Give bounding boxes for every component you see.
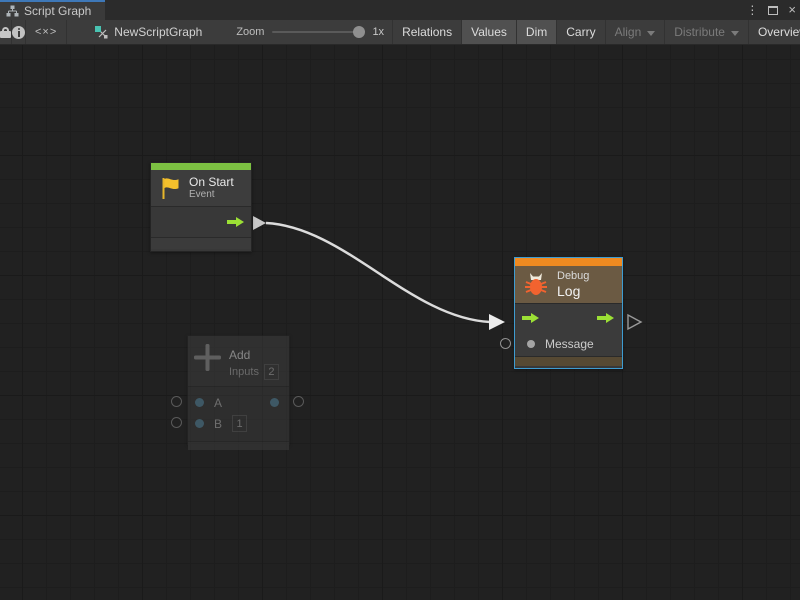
title-bar: Script Graph ⋮ × bbox=[0, 0, 800, 20]
node-title: Log bbox=[557, 283, 589, 299]
debug-log-titles: Debug Log bbox=[557, 270, 589, 299]
add-titles: Add Inputs 2 bbox=[229, 348, 279, 380]
zoom-slider-handle[interactable] bbox=[353, 26, 365, 38]
tab-title: Script Graph bbox=[24, 4, 91, 18]
tab-script-graph[interactable]: Script Graph bbox=[0, 0, 105, 20]
maximize-icon[interactable] bbox=[768, 6, 778, 15]
port-row-b: B 1 bbox=[188, 413, 289, 434]
lock-button[interactable] bbox=[0, 20, 12, 44]
add-header[interactable]: Add Inputs 2 bbox=[188, 336, 289, 386]
node-title: On Start bbox=[189, 175, 234, 189]
flag-icon bbox=[159, 176, 181, 201]
graph-asset-name: NewScriptGraph bbox=[114, 25, 202, 39]
on-start-header[interactable]: On Start Event bbox=[151, 170, 251, 206]
chevron-down-icon bbox=[731, 31, 739, 36]
node-subtitle: Event bbox=[189, 189, 234, 201]
add-output-external-port[interactable] bbox=[293, 396, 304, 407]
input-port-a[interactable] bbox=[195, 398, 204, 407]
flow-output-port[interactable] bbox=[227, 216, 245, 228]
edit-script-button[interactable]: <×> bbox=[26, 20, 67, 44]
window-menu-icon[interactable]: ⋮ bbox=[746, 0, 758, 20]
node-on-start[interactable]: On Start Event bbox=[150, 162, 252, 252]
on-start-flow-row bbox=[151, 207, 251, 237]
lock-icon bbox=[0, 27, 11, 38]
script-graph-asset-icon bbox=[95, 26, 108, 39]
overview-button[interactable]: Overview bbox=[749, 20, 800, 44]
relations-label: Relations bbox=[402, 25, 452, 39]
on-start-titles: On Start Event bbox=[189, 175, 234, 201]
add-footer bbox=[188, 441, 289, 450]
debug-flow-row bbox=[515, 304, 622, 331]
values-label: Values bbox=[471, 25, 507, 39]
event-accent-strip bbox=[151, 163, 251, 170]
graph-toolbar: <×> NewScriptGraph Zoom 1x Relations Val… bbox=[0, 20, 800, 45]
add-b-external-port[interactable] bbox=[171, 417, 182, 428]
node-subtitle: Inputs bbox=[229, 366, 259, 378]
info-button[interactable] bbox=[12, 20, 26, 44]
add-body: A B 1 bbox=[188, 386, 289, 441]
message-value-port[interactable] bbox=[527, 340, 535, 348]
flow-output-port[interactable] bbox=[597, 312, 615, 324]
wire-start-arrow-icon bbox=[253, 216, 266, 230]
dim-label: Dim bbox=[526, 25, 547, 39]
zoom-slider[interactable] bbox=[272, 31, 364, 33]
info-icon bbox=[12, 26, 25, 39]
on-start-footer bbox=[151, 238, 251, 249]
port-row-a: A bbox=[188, 392, 289, 413]
distribute-dropdown[interactable]: Distribute bbox=[665, 20, 749, 44]
plus-icon bbox=[194, 344, 221, 371]
flow-input-port[interactable] bbox=[522, 312, 540, 324]
debug-log-header[interactable]: Debug Log bbox=[515, 266, 622, 303]
node-debug-log[interactable]: Debug Log Message bbox=[514, 257, 623, 369]
values-button[interactable]: Values bbox=[462, 20, 517, 44]
wire-end-arrow-icon bbox=[489, 314, 505, 330]
chevron-down-icon bbox=[647, 31, 655, 36]
bug-icon bbox=[523, 272, 549, 297]
node-subtitle: Debug bbox=[557, 270, 589, 283]
align-dropdown[interactable]: Align bbox=[606, 20, 666, 44]
message-port-row: Message bbox=[515, 331, 622, 356]
debug-accent-strip bbox=[515, 258, 622, 266]
message-port-label: Message bbox=[545, 337, 594, 351]
input-port-b[interactable] bbox=[195, 419, 204, 428]
inputs-row: Inputs 2 bbox=[229, 364, 279, 380]
wire-layer bbox=[0, 45, 800, 600]
dim-button[interactable]: Dim bbox=[517, 20, 557, 44]
zoom-label: Zoom bbox=[236, 26, 264, 38]
relations-button[interactable]: Relations bbox=[393, 20, 462, 44]
debug-output-connector-icon[interactable] bbox=[628, 315, 641, 329]
carry-button[interactable]: Carry bbox=[557, 20, 605, 44]
port-b-value-field[interactable]: 1 bbox=[232, 415, 247, 432]
close-icon[interactable]: × bbox=[788, 0, 796, 20]
carry-label: Carry bbox=[566, 25, 595, 39]
add-a-external-port[interactable] bbox=[171, 396, 182, 407]
align-label: Align bbox=[615, 25, 642, 39]
port-a-label: A bbox=[214, 396, 222, 410]
node-title: Add bbox=[229, 348, 279, 362]
output-port-sum[interactable] bbox=[270, 398, 279, 407]
zoom-value: 1x bbox=[372, 26, 384, 38]
window-controls: ⋮ × bbox=[746, 0, 796, 20]
debug-footer bbox=[515, 356, 622, 366]
port-b-label: B bbox=[214, 417, 222, 431]
message-external-port[interactable] bbox=[500, 338, 511, 349]
node-add[interactable]: Add Inputs 2 A B 1 bbox=[187, 335, 290, 445]
script-graph-window: Script Graph ⋮ × <×> NewScriptGraph Zo bbox=[0, 0, 800, 600]
distribute-label: Distribute bbox=[674, 25, 725, 39]
graph-asset-selector[interactable]: NewScriptGraph bbox=[85, 20, 212, 44]
code-icon: <×> bbox=[35, 26, 57, 38]
graph-canvas[interactable]: On Start Event bbox=[0, 45, 800, 600]
zoom-control: Zoom 1x bbox=[228, 20, 393, 44]
overview-label: Overview bbox=[758, 25, 800, 39]
inputs-count-field[interactable]: 2 bbox=[264, 364, 279, 380]
control-wire[interactable] bbox=[266, 223, 490, 322]
graph-hierarchy-icon bbox=[6, 5, 19, 17]
